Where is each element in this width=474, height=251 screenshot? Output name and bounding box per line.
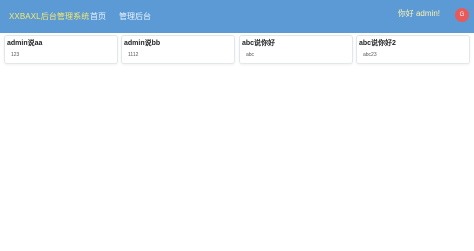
user-greeting[interactable]: 你好 admin! bbox=[398, 8, 440, 19]
message-card-title: abc说你好 bbox=[242, 40, 276, 47]
message-card-title: admin说aa bbox=[7, 40, 43, 47]
message-card[interactable]: admin说bb 1112 bbox=[121, 35, 235, 64]
message-card-title: admin说bb bbox=[124, 40, 161, 47]
message-card-body: abc23 bbox=[363, 52, 377, 58]
message-card[interactable]: admin说aa 123 bbox=[4, 35, 118, 64]
avatar[interactable]: G bbox=[455, 8, 469, 22]
app-brand[interactable]: XXBAXL后台管理系统 bbox=[9, 11, 89, 22]
message-card-body: 123 bbox=[11, 52, 20, 58]
message-card[interactable]: abc说你好2 abc23 bbox=[356, 35, 470, 64]
top-navbar: XXBAXL后台管理系统 首页 管理后台 你好 admin! G bbox=[0, 0, 474, 33]
nav-admin-link[interactable]: 管理后台 bbox=[119, 11, 151, 22]
avatar-initial: G bbox=[459, 12, 465, 18]
message-card-body: abc bbox=[246, 52, 255, 58]
message-card-title: abc说你好2 bbox=[359, 40, 396, 47]
message-card-body: 1112 bbox=[128, 52, 139, 58]
message-card[interactable]: abc说你好 abc bbox=[239, 35, 353, 64]
nav-home-link[interactable]: 首页 bbox=[90, 11, 106, 22]
